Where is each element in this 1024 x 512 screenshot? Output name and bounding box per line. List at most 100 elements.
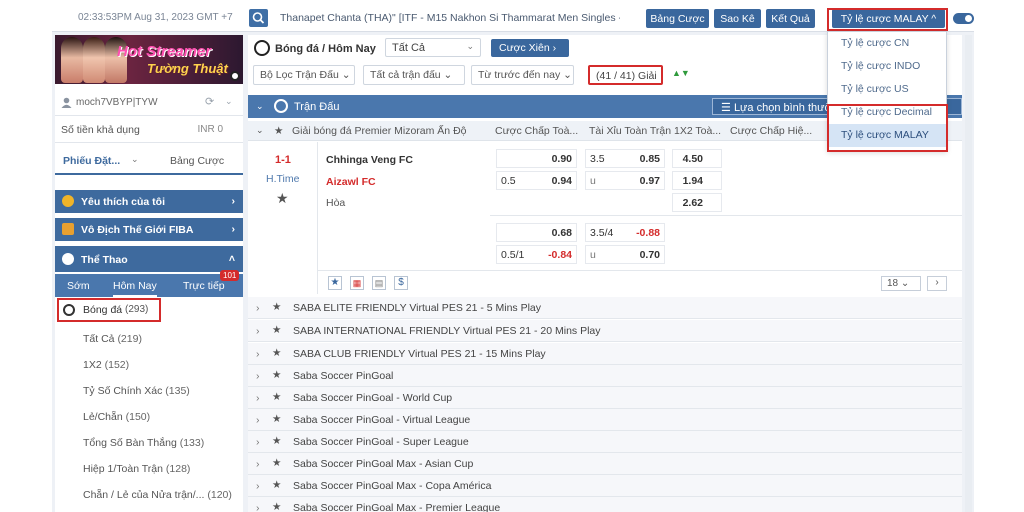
streamer-banner[interactable]: Hot Streamer Tường Thuật xyxy=(55,35,243,84)
market-select[interactable]: Tất Cả ⌄ xyxy=(385,38,481,57)
result-button[interactable]: Kết Quả xyxy=(766,9,815,28)
star-icon[interactable]: ★ xyxy=(274,125,283,137)
odds-cell[interactable]: 2.62 xyxy=(672,193,722,212)
league-row[interactable]: › ★ Saba Soccer PinGoal - Virtual League xyxy=(248,409,962,431)
odds-option-cn[interactable]: Tỷ lệ cược CN xyxy=(828,32,946,55)
odds-value: 0.68 xyxy=(551,227,572,239)
chevron-down-icon[interactable]: ⌄ xyxy=(256,101,264,112)
league-row[interactable]: › ★ Saba Soccer PinGoal Max - Asian Cup xyxy=(248,453,962,475)
statement-button[interactable]: Sao Kê xyxy=(714,9,761,28)
star-icon[interactable]: ★ xyxy=(272,435,281,447)
chevron-right-icon: › xyxy=(256,325,260,337)
ou-header: Tài Xỉu Toàn Trận xyxy=(589,125,672,137)
tab-live[interactable]: Trực tiếp xyxy=(183,280,225,292)
market-item[interactable]: Tổng Số Bàn Thắng (133) xyxy=(83,437,204,449)
chevron-down-icon: ⌄ xyxy=(563,69,572,81)
odds-option-us[interactable]: Tỷ lệ cược US xyxy=(828,78,946,101)
market-item[interactable]: Tỷ Số Chính Xác (135) xyxy=(83,385,190,397)
home-team: Chhinga Veng FC xyxy=(326,154,413,166)
refresh-icon[interactable]: ⟳ xyxy=(205,95,214,108)
tab-bet-list[interactable]: Bảng Cược xyxy=(170,155,224,167)
chevron-right-icon: › xyxy=(552,42,557,54)
odds-cell[interactable]: 4.50 xyxy=(672,149,722,168)
odds-cell[interactable]: 0.68 xyxy=(496,223,577,242)
tab-early[interactable]: Sớm xyxy=(67,280,90,292)
search-button[interactable] xyxy=(249,9,268,27)
fiba-section[interactable]: Vô Địch Thế Giới FIBA › xyxy=(55,218,243,241)
time-filter[interactable]: Từ trước đến nay ⌄ xyxy=(471,65,574,85)
star-icon[interactable]: ★ xyxy=(272,413,281,425)
league-row[interactable]: › ★ SABA CLUB FRIENDLY Virtual PES 21 - 15… xyxy=(248,343,962,365)
live-count-badge: 101 xyxy=(220,270,240,281)
star-icon xyxy=(62,195,74,207)
chevron-down-icon[interactable]: ⌄ xyxy=(131,154,139,165)
chevron-down-icon[interactable]: ⌄ xyxy=(256,125,264,136)
star-icon[interactable]: ★ xyxy=(272,347,281,359)
chevron-right-icon[interactable]: › xyxy=(927,276,947,291)
search-icon xyxy=(252,12,265,24)
league-row[interactable]: › ★ Saba Soccer PinGoal xyxy=(248,365,962,387)
right-scrollbar[interactable] xyxy=(965,35,972,512)
chevron-down-icon: ⌄ xyxy=(341,69,351,81)
star-icon[interactable]: ★ xyxy=(276,190,289,207)
odds-option-indo[interactable]: Tỷ lệ cược INDO xyxy=(828,55,946,78)
tab-bet-slip[interactable]: Phiếu Đặt... xyxy=(63,155,120,167)
odds-cell[interactable]: 0.5/1 -0.84 xyxy=(496,245,577,264)
league-name: Saba Soccer PinGoal Max - Asian Cup xyxy=(293,458,474,470)
parlay-button[interactable]: Cược Xiên › xyxy=(491,39,569,57)
odds-cell[interactable]: 0.5 0.94 xyxy=(496,171,577,190)
odds-cell[interactable]: u 0.97 xyxy=(585,171,665,190)
theme-toggle[interactable] xyxy=(953,13,974,24)
league-row[interactable]: › ★ Saba Soccer PinGoal - World Cup xyxy=(248,387,962,409)
market-label: Tỷ Số Chính Xác xyxy=(83,385,163,397)
market-count: (128) xyxy=(165,463,191,475)
odds-cell[interactable]: 3.5/4 -0.88 xyxy=(585,223,665,242)
highlight-malay-option xyxy=(827,104,948,152)
league-row[interactable]: › ★ SABA ELITE FRIENDLY Virtual PES 21 - 5… xyxy=(248,297,962,319)
tv-icon[interactable]: ▤ xyxy=(372,276,386,290)
match-filter[interactable]: Tất cả trận đấu ⌄ xyxy=(363,65,465,85)
total-line: 3.5/4 xyxy=(590,227,614,239)
match-filter-label: Tất cả trận đấu xyxy=(370,69,441,81)
more-bets-select[interactable]: 18 ⌄ xyxy=(881,276,921,291)
league-count-filter[interactable]: (41 / 41) Giải xyxy=(588,65,663,85)
star-icon[interactable]: ★ xyxy=(272,391,281,403)
highlight-odds-select xyxy=(827,8,948,31)
league-row[interactable]: › ★ Saba Soccer PinGoal Max - Premier Leag… xyxy=(248,497,962,512)
odds-cell[interactable]: 0.90 xyxy=(496,149,577,168)
market-item[interactable]: Hiệp 1/Toàn Trận (128) xyxy=(83,463,190,475)
dollar-icon[interactable]: $ xyxy=(394,276,408,290)
sports-section[interactable]: Thể Thao ˄ xyxy=(55,246,243,272)
market-item[interactable]: Tất Cả (219) xyxy=(83,333,142,345)
user-row[interactable]: moch7VBYP|TYW ⟳ ⌄ xyxy=(55,90,243,116)
odds-value: 0.85 xyxy=(639,153,660,165)
star-icon[interactable]: ★ xyxy=(272,457,281,469)
betlist-button[interactable]: Bảng Cược xyxy=(646,9,709,28)
favorites-section[interactable]: Yêu thích của tôi › xyxy=(55,190,243,213)
divider xyxy=(490,215,962,216)
chevron-right-icon: › xyxy=(231,223,236,235)
odds-cell[interactable]: 3.5 0.85 xyxy=(585,149,665,168)
chevron-right-icon: › xyxy=(256,414,260,426)
stats-icon[interactable]: ▦ xyxy=(350,276,364,290)
odds-cell[interactable]: 1.94 xyxy=(672,171,722,190)
odds-cell[interactable]: u 0.70 xyxy=(585,245,665,264)
star-icon[interactable]: ★ xyxy=(328,276,342,290)
star-icon[interactable]: ★ xyxy=(272,324,281,336)
league-row[interactable]: › ★ SABA INTERNATIONAL FRIENDLY Virtual PE… xyxy=(248,320,962,342)
odds-value: 1.94 xyxy=(682,175,703,187)
star-icon[interactable]: ★ xyxy=(272,479,281,491)
star-icon[interactable]: ★ xyxy=(272,369,281,381)
star-icon[interactable]: ★ xyxy=(272,301,281,313)
star-icon[interactable]: ★ xyxy=(272,501,281,512)
market-item[interactable]: 1X2 (152) xyxy=(83,359,129,371)
chevron-down-icon[interactable]: ⌄ xyxy=(225,96,233,107)
market-item[interactable]: Lẻ/Chẵn (150) xyxy=(83,411,150,423)
tab-today[interactable]: Hôm Nay xyxy=(113,280,157,297)
market-item[interactable]: Chẵn / Lẻ của Nửa trận/... (120) xyxy=(83,489,232,501)
sort-icon[interactable]: ▲▼ xyxy=(672,68,690,78)
league-filter[interactable]: Bộ Lọc Trận Đấu ⌄ xyxy=(253,65,355,85)
league-row[interactable]: › ★ Saba Soccer PinGoal Max - Copa América xyxy=(248,475,962,497)
match-status: H.Time xyxy=(266,173,300,185)
league-row[interactable]: › ★ Saba Soccer PinGoal - Super League xyxy=(248,431,962,453)
